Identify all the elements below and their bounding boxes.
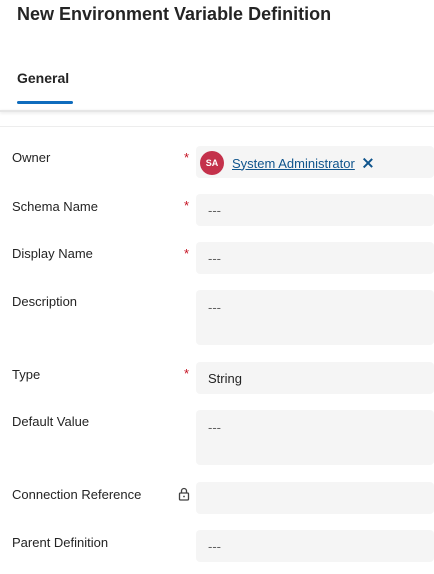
form-header: New Environment Variable Definition Gene… bbox=[0, 0, 434, 112]
default-value-input[interactable]: --- bbox=[196, 410, 434, 465]
display-name-value: --- bbox=[208, 251, 221, 266]
tab-selected-indicator bbox=[17, 101, 73, 104]
close-icon[interactable] bbox=[363, 158, 373, 168]
description-label: Description bbox=[12, 294, 78, 309]
display-name-input[interactable]: --- bbox=[196, 242, 434, 274]
schema-name-value: --- bbox=[208, 203, 221, 218]
type-select[interactable]: String bbox=[196, 362, 434, 394]
avatar: SA bbox=[200, 151, 224, 175]
parent-definition-value: --- bbox=[208, 539, 221, 554]
type-required-mark: * bbox=[184, 366, 190, 381]
display-name-required-mark: * bbox=[184, 246, 190, 261]
section-divider bbox=[0, 126, 434, 127]
default-value-value: --- bbox=[208, 420, 221, 435]
owner-required-mark: * bbox=[184, 150, 190, 165]
connection-reference-input[interactable] bbox=[196, 482, 434, 514]
type-label: Type bbox=[12, 367, 41, 382]
header-divider bbox=[0, 110, 434, 112]
schema-name-required-mark: * bbox=[184, 198, 190, 213]
schema-name-input[interactable]: --- bbox=[196, 194, 434, 226]
page-title: New Environment Variable Definition bbox=[17, 4, 332, 24]
default-value-label: Default Value bbox=[12, 414, 90, 429]
parent-definition-label: Parent Definition bbox=[12, 535, 109, 550]
lock-icon bbox=[178, 487, 190, 501]
description-input[interactable]: --- bbox=[196, 290, 434, 345]
connection-reference-label: Connection Reference bbox=[12, 487, 142, 502]
parent-definition-input[interactable]: --- bbox=[196, 530, 434, 562]
owner-label: Owner bbox=[12, 150, 51, 165]
owner-link[interactable]: System Administrator bbox=[232, 156, 355, 171]
type-value: String bbox=[208, 371, 242, 386]
owner-field[interactable]: SA System Administrator bbox=[196, 146, 434, 178]
display-name-label: Display Name bbox=[12, 246, 93, 261]
owner-chip: SA System Administrator bbox=[200, 151, 373, 175]
tab-general[interactable]: General bbox=[17, 70, 69, 86]
schema-name-label: Schema Name bbox=[12, 199, 98, 214]
description-value: --- bbox=[208, 300, 221, 315]
